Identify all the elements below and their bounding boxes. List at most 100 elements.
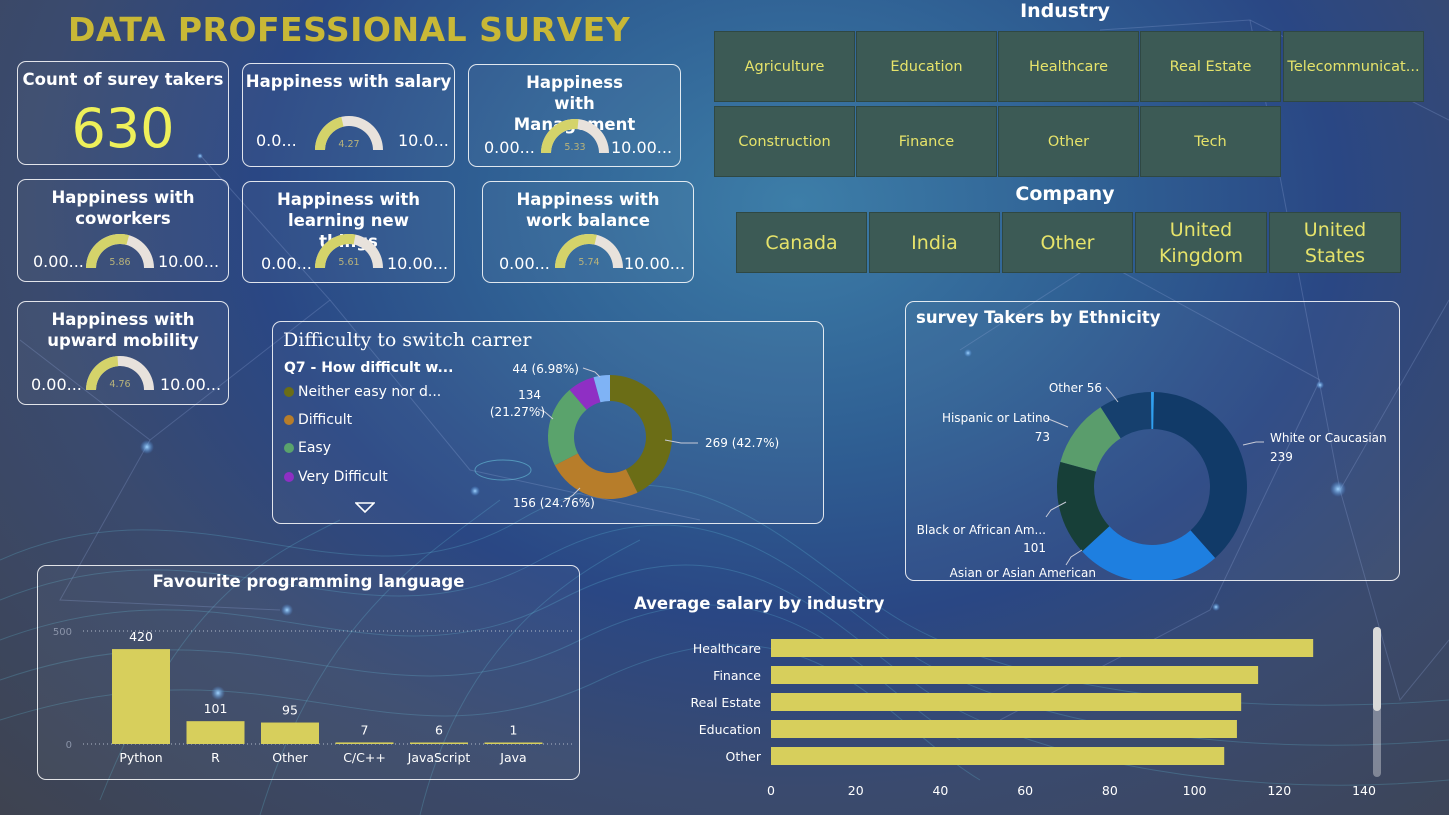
gauge-management: 5.33 <box>541 119 609 153</box>
company-tile-other[interactable]: Other <box>1002 212 1133 273</box>
gauge-card-mobility: Happiness with upward mobility 4.76 0.00… <box>17 301 229 405</box>
gauge-balance: 5.74 <box>555 234 623 268</box>
company-slicer-title: Company <box>1015 183 1115 205</box>
y-tick-label: Healthcare <box>693 641 761 656</box>
data-label: 6 <box>435 723 443 738</box>
ethnicity-chart-card: survey Takers by Ethnicity White or Cauc… <box>905 301 1400 581</box>
x-tick-label: 0 <box>767 783 775 798</box>
bar <box>261 722 319 744</box>
legend-item-neither[interactable]: Neither easy nor d... <box>284 384 441 400</box>
x-tick-label: JavaScript <box>407 750 471 765</box>
gauge-max: 10.0... <box>398 131 449 150</box>
data-label: 420 <box>129 629 153 644</box>
x-tick-label: R <box>211 750 220 765</box>
gauge-coworkers: 5.86 <box>86 234 154 268</box>
donut-slice <box>554 453 638 499</box>
legend-item-easy[interactable]: Easy <box>284 440 331 456</box>
gauge-value: 5.61 <box>338 257 359 268</box>
legend-scroll-down-icon[interactable] <box>355 502 375 514</box>
bar <box>112 649 170 744</box>
x-tick-label: 100 <box>1183 783 1207 798</box>
gauge-min: 0.00... <box>499 254 550 273</box>
slice-label: Asian or Asian American <box>950 566 1096 580</box>
gauge-max: 10.00... <box>158 252 220 271</box>
y-tick-label: Real Estate <box>691 695 762 710</box>
gauge-max: 10.00... <box>160 375 222 394</box>
gauge-title: Happiness with coworkers <box>51 188 195 228</box>
y-tick-label: Finance <box>713 668 761 683</box>
y-tick-label: 500 <box>53 627 72 638</box>
legend-label: Difficult <box>298 412 353 428</box>
gauge-max: 10.00... <box>611 138 673 157</box>
x-tick-label: 20 <box>848 783 864 798</box>
slice-label: 101 <box>1023 541 1046 555</box>
kpi-card-survey-takers: Count of surey takers 630 <box>17 61 229 165</box>
bar <box>771 747 1225 765</box>
company-tile-united-states[interactable]: United States <box>1269 212 1401 273</box>
legend-label: Very Difficult <box>298 469 388 485</box>
bar <box>771 639 1314 657</box>
company-tile-canada[interactable]: Canada <box>736 212 867 273</box>
salary-scrollbar-thumb[interactable] <box>1373 627 1381 711</box>
industry-tile-telecommunications[interactable]: Telecommunicat... <box>1283 31 1424 102</box>
bar <box>771 720 1237 738</box>
gauge-max: 10.00... <box>387 254 449 273</box>
slice-label: 239 <box>1270 450 1293 464</box>
x-tick-label: Java <box>499 750 526 765</box>
leader-line <box>1105 386 1119 403</box>
bar <box>771 666 1259 684</box>
industry-tile-education[interactable]: Education <box>856 31 997 102</box>
gauge-min: 0.00... <box>33 252 84 271</box>
salary-chart-title: Average salary by industry <box>634 594 885 613</box>
gauge-title: Happiness with salary <box>245 72 452 91</box>
legend-item-very-difficult[interactable]: Very Difficult <box>284 469 388 485</box>
legend-label: Neither easy nor d... <box>298 384 442 400</box>
kpi-label: Count of surey takers <box>22 70 224 89</box>
slice-label: 156 (24.76%) <box>513 496 595 510</box>
language-chart-card: Favourite programming language 500 0 420 Py… <box>37 565 580 780</box>
legend-dot <box>284 387 294 397</box>
data-label: 101 <box>204 701 228 716</box>
gauge-value: 4.27 <box>338 139 359 150</box>
gauge-min: 0.0... <box>256 131 297 150</box>
salary-scrollbar[interactable] <box>1373 627 1381 777</box>
industry-tile-finance[interactable]: Finance <box>856 106 997 177</box>
difficulty-donut-chart: 269 (42.7%) 156 (24.76%) 134 (21.27%) 44 (6.… <box>490 362 779 510</box>
gauge-min: 0.00... <box>31 375 82 394</box>
bar <box>410 742 468 744</box>
slice-label: 269 (42.7%) <box>705 436 779 450</box>
legend-item-difficult[interactable]: Difficult <box>284 412 352 428</box>
leader-line <box>582 367 601 378</box>
slice-label: Hispanic or Latino <box>942 411 1050 425</box>
ethnicity-donut-chart: White or Caucasian 239 Asian or Asian Amer… <box>917 381 1387 580</box>
industry-tile-agriculture[interactable]: Agriculture <box>714 31 855 102</box>
slice-label: 134 <box>518 388 541 402</box>
company-tile-united-kingdom[interactable]: United Kingdom <box>1135 212 1267 273</box>
gauge-salary: 4.27 <box>315 116 383 150</box>
industry-tile-healthcare[interactable]: Healthcare <box>998 31 1139 102</box>
industry-tile-real-estate[interactable]: Real Estate <box>1140 31 1281 102</box>
legend-dot <box>284 472 294 482</box>
company-tile-india[interactable]: India <box>869 212 1000 273</box>
data-label: 95 <box>282 703 298 718</box>
difficulty-chart-card: Difficulty to switch carrer Q7 - How dif… <box>272 321 824 524</box>
data-label: 1 <box>510 723 518 738</box>
industry-slicer-title: Industry <box>1020 0 1110 22</box>
gauge-card-learning: Happiness with learning new things 5.61 … <box>242 181 455 283</box>
slice-label: (21.27%) <box>490 405 545 419</box>
gauge-min: 0.00... <box>484 138 535 157</box>
bar <box>186 721 245 744</box>
y-tick-label: Other <box>726 749 762 764</box>
gauge-value: 5.74 <box>578 257 599 268</box>
gauge-learning: 5.61 <box>315 234 383 268</box>
x-tick-label: 60 <box>1017 783 1033 798</box>
industry-tile-other[interactable]: Other <box>998 106 1139 177</box>
gauge-value: 5.86 <box>109 257 130 268</box>
salary-bar-chart: Healthcare Finance Real Estate Education Oth… <box>691 639 1376 798</box>
slice-label: Other 56 <box>1049 381 1102 395</box>
industry-tile-construction[interactable]: Construction <box>714 106 855 177</box>
bar <box>484 742 543 744</box>
gauge-card-coworkers: Happiness with coworkers 5.86 0.00... 10… <box>17 179 229 282</box>
industry-tile-tech[interactable]: Tech <box>1140 106 1281 177</box>
x-tick-label: 80 <box>1102 783 1118 798</box>
